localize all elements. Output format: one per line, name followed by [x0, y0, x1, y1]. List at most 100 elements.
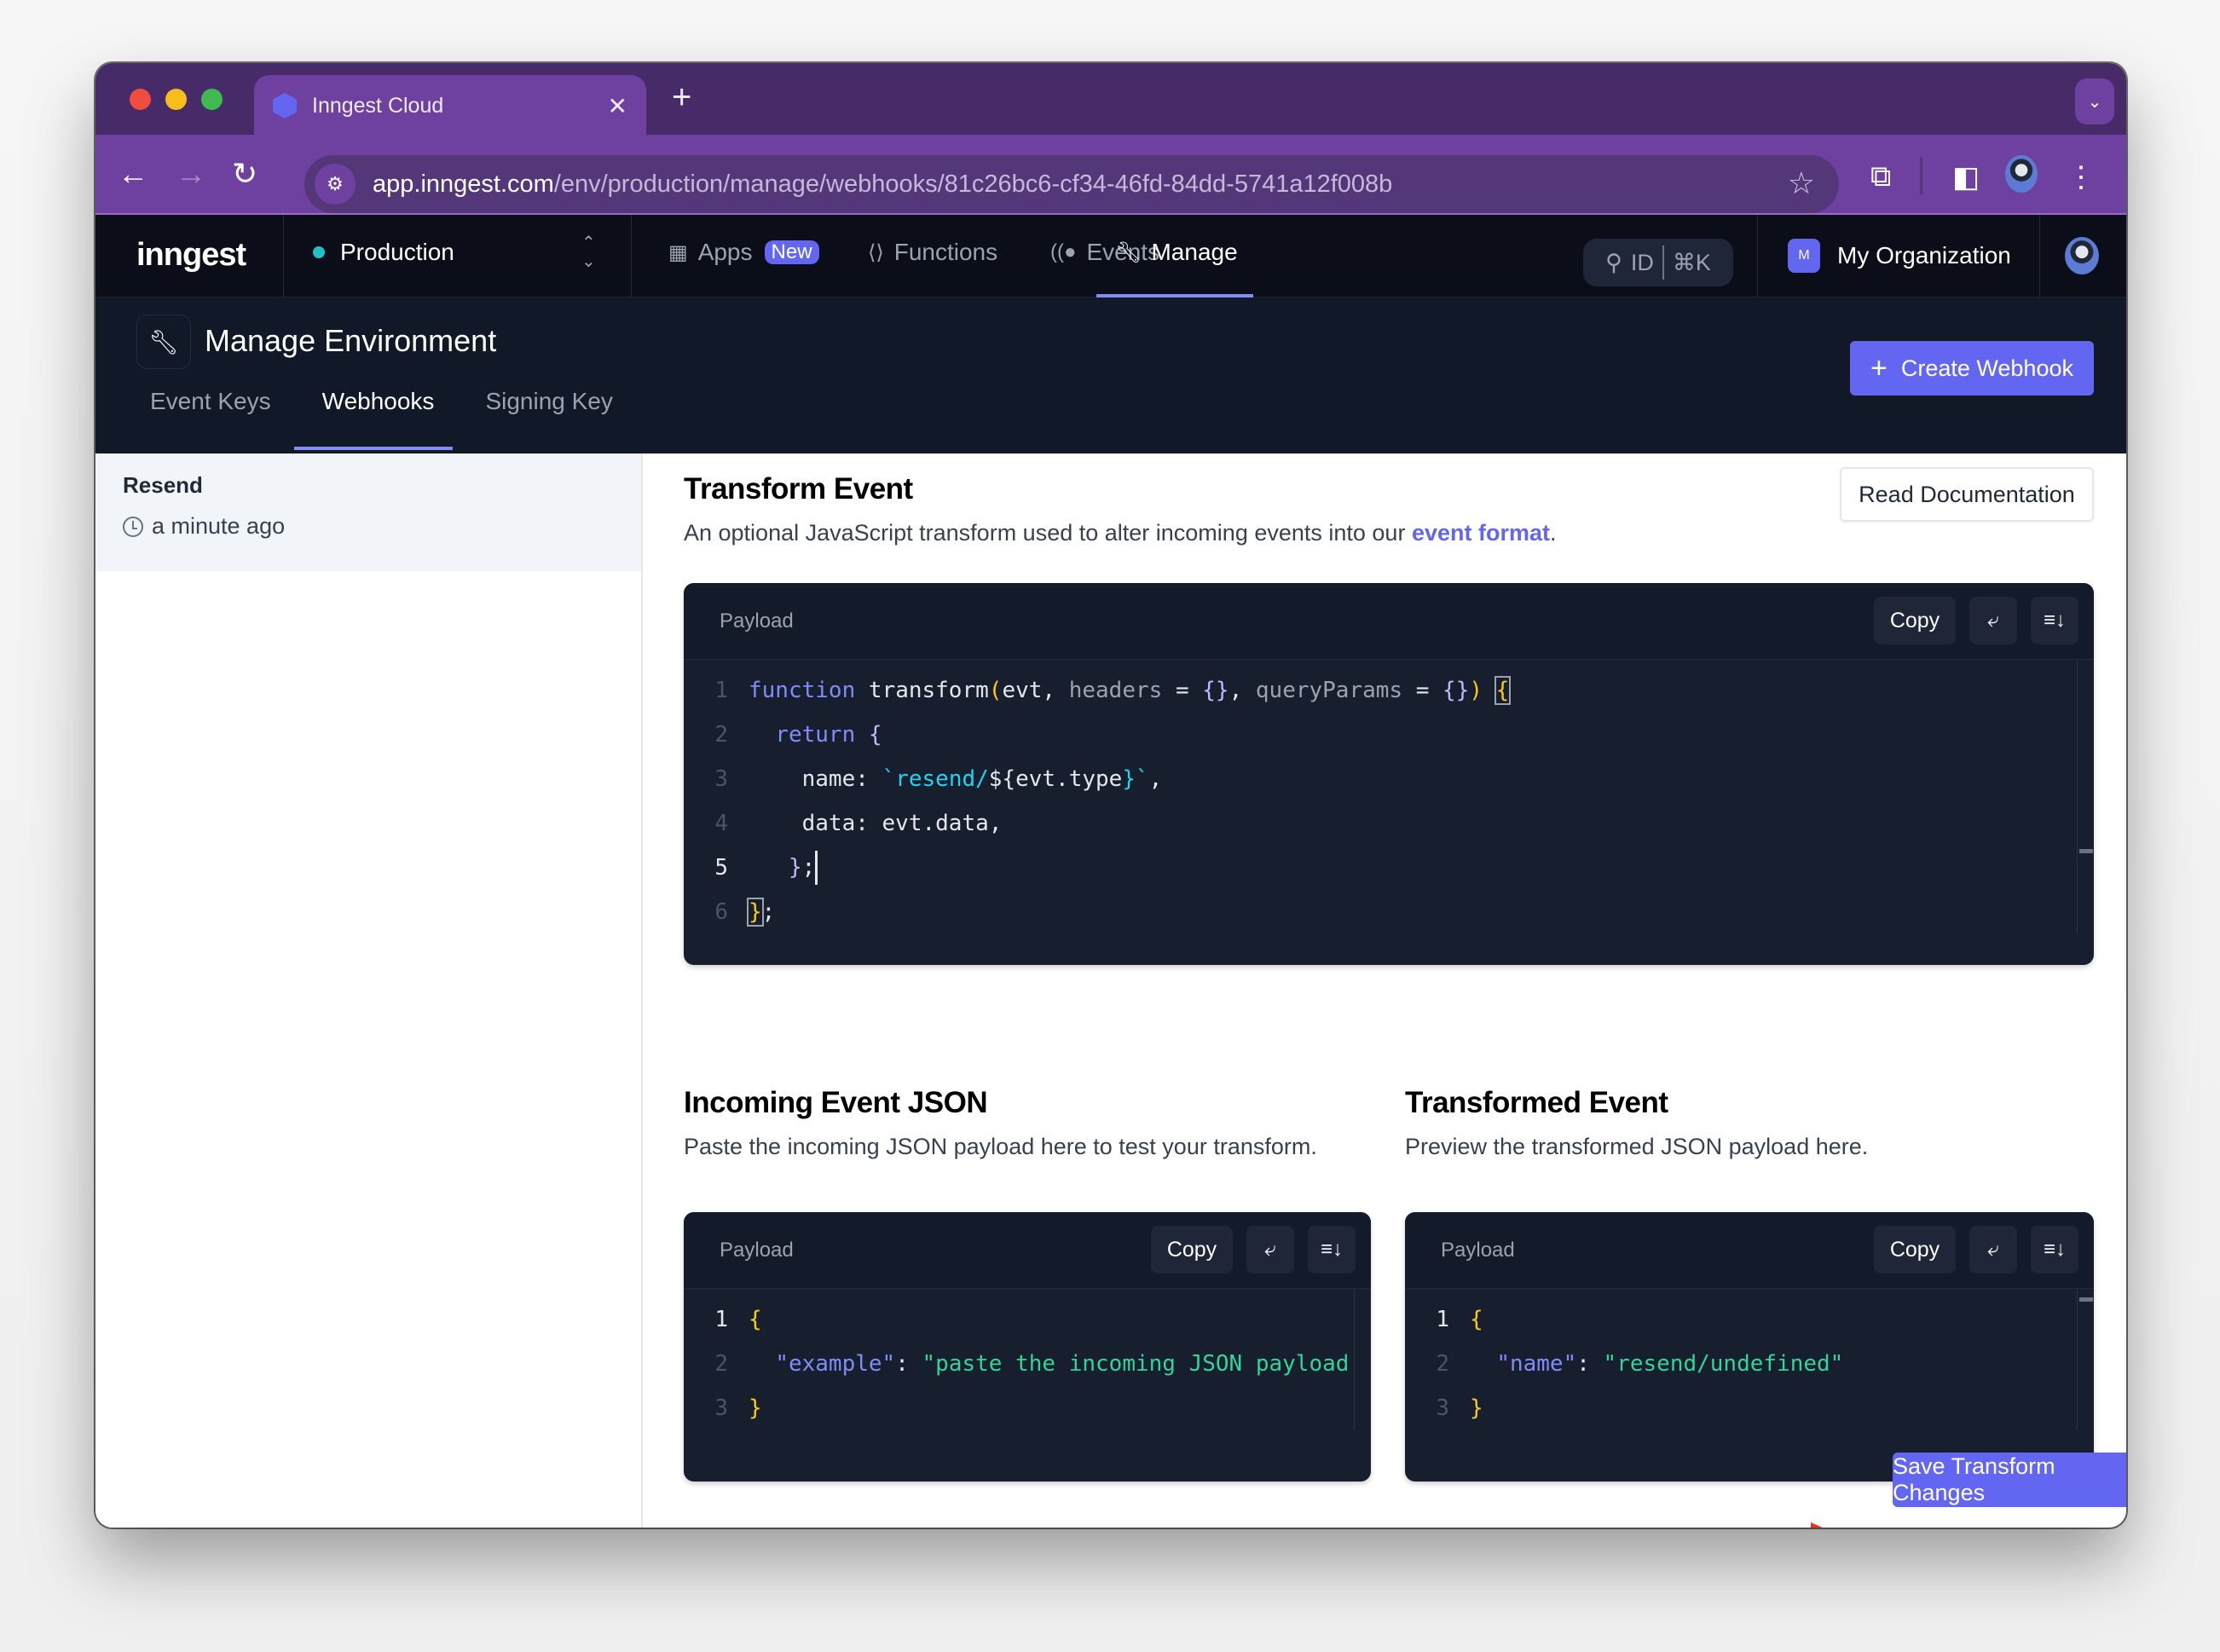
code-text: {: [1470, 1307, 1483, 1332]
copy-button[interactable]: Copy: [1874, 597, 1956, 644]
editor-scrollbar[interactable]: [2077, 1289, 2094, 1430]
line-number: 3: [714, 766, 728, 792]
code-text: }: [1470, 1395, 1483, 1421]
editor-toolbar: Copy ⤶ ≡↓: [1874, 597, 2078, 644]
text-cursor: [815, 851, 818, 885]
tab-event-keys[interactable]: Event Keys: [150, 388, 271, 415]
editor-scrollbar[interactable]: [1354, 1289, 1371, 1430]
webhook-list-item[interactable]: Resend a minute ago: [95, 453, 641, 571]
page-title: Manage Environment: [205, 323, 497, 358]
side-panel-icon[interactable]: ◧: [1952, 160, 1980, 194]
code-line: 1 function transform(evt, headers = {}, q…: [684, 668, 2094, 713]
code-text: };: [749, 851, 818, 885]
code-text: data: evt.data,: [749, 811, 1003, 836]
editor-header: Payload Copy ⤶ ≡↓: [1405, 1212, 2094, 1289]
forward-arrow-icon[interactable]: →: [176, 153, 206, 194]
browser-menu-icon[interactable]: ⋮: [2067, 160, 2096, 194]
bookmark-star-icon[interactable]: ☆: [1788, 165, 1815, 201]
code-line: 5 };: [684, 846, 2094, 890]
page-tabs: Event Keys Webhooks Signing Key: [150, 388, 613, 415]
transformed-json-editor[interactable]: Payload Copy ⤶ ≡↓ 1{ 2 "name": "resend/u…: [1405, 1212, 2094, 1482]
browser-window: Inngest Cloud ✕ + ⌄ ← → ↻ ⚙ app.inngest.…: [95, 63, 2126, 1528]
code-line: 3}: [684, 1386, 1371, 1430]
scroll-to-bottom-icon[interactable]: ≡↓: [2031, 597, 2078, 644]
tab-signing-key[interactable]: Signing Key: [485, 388, 612, 415]
search-button[interactable]: ⚲ ID ⌘K: [1583, 239, 1733, 286]
nav-manage[interactable]: 🔧︎ Manage: [1115, 239, 1238, 266]
nav-manage-label: Manage: [1151, 239, 1238, 265]
code-line: 4 data: evt.data,: [684, 801, 2094, 846]
word-wrap-icon[interactable]: ⤶: [1969, 1226, 2017, 1274]
tab-title: Inngest Cloud: [312, 93, 444, 118]
inngest-logo[interactable]: inngest: [136, 237, 246, 274]
code-area[interactable]: 1{ 2 "name": "resend/undefined" 3}: [1405, 1289, 2094, 1430]
transform-description: An optional JavaScript transform used to…: [684, 520, 1557, 546]
incoming-json-editor[interactable]: Payload Copy ⤶ ≡↓ 1{ 2 "example": "paste…: [684, 1212, 1371, 1482]
webhook-updated-time: a minute ago: [123, 513, 285, 540]
tab-strip: Inngest Cloud ✕ + ⌄: [95, 63, 2126, 136]
tab-search-chevron-icon[interactable]: ⌄: [2075, 78, 2114, 124]
nav-functions[interactable]: ⟨⟩ Functions: [868, 239, 997, 266]
incoming-description: Paste the incoming JSON payload here to …: [684, 1134, 1317, 1159]
code-area[interactable]: 1 function transform(evt, headers = {}, q…: [684, 660, 2094, 934]
search-icon: ⚲: [1605, 249, 1622, 275]
code-icon: ⟨⟩: [868, 240, 884, 264]
back-arrow-icon[interactable]: ←: [118, 153, 148, 194]
close-tab-icon[interactable]: ✕: [608, 92, 627, 120]
site-settings-icon[interactable]: ⚙: [315, 164, 356, 205]
page-header: 🔧︎ Manage Environment Event Keys Webhook…: [95, 297, 2126, 453]
scrollbar-thumb[interactable]: [2079, 1297, 2093, 1302]
maximize-window-button[interactable]: [201, 89, 223, 110]
new-tab-button[interactable]: +: [672, 78, 691, 117]
scroll-to-bottom-icon[interactable]: ≡↓: [1308, 1226, 1356, 1274]
line-number: 1: [714, 678, 728, 703]
code-area[interactable]: 1{ 2 "example": "paste the incoming JSON…: [684, 1289, 1371, 1430]
word-wrap-icon[interactable]: ⤶: [1969, 597, 2017, 644]
scrollbar-thumb[interactable]: [2079, 849, 2093, 853]
extensions-puzzle-icon[interactable]: ⧉: [1870, 160, 1891, 194]
transform-title: Transform Event: [684, 472, 913, 505]
copy-button[interactable]: Copy: [1151, 1226, 1233, 1274]
copy-button[interactable]: Copy: [1874, 1226, 1956, 1274]
chevron-up-down-icon[interactable]: ⌃ ⌄: [581, 234, 596, 271]
webhook-list: Resend a minute ago: [95, 453, 643, 1528]
signal-icon: ((●: [1050, 240, 1077, 263]
url-text[interactable]: app.inngest.com/env/production/manage/we…: [373, 170, 1392, 199]
wrench-icon: 🔧︎: [1115, 240, 1142, 264]
close-window-button[interactable]: [130, 89, 151, 110]
create-webhook-button[interactable]: + Create Webhook: [1850, 341, 2094, 396]
line-number: 2: [1436, 1351, 1449, 1377]
code-line: 2 "example": "paste the incoming JSON pa…: [684, 1342, 1371, 1386]
environment-status-dot: [313, 246, 325, 258]
inngest-favicon-icon: [273, 93, 297, 118]
user-avatar[interactable]: [2065, 237, 2099, 274]
minimize-window-button[interactable]: [165, 89, 187, 110]
line-number: 3: [1436, 1395, 1449, 1421]
scroll-to-bottom-icon[interactable]: ≡↓: [2031, 1226, 2078, 1274]
browser-tab[interactable]: Inngest Cloud ✕: [254, 75, 646, 136]
reload-icon[interactable]: ↻: [232, 153, 257, 194]
desktop-background: Inngest Cloud ✕ + ⌄ ← → ↻ ⚙ app.inngest.…: [0, 0, 2220, 1652]
browser-toolbar: ← → ↻ ⚙ app.inngest.com/env/production/m…: [95, 135, 2126, 215]
code-line: 1{: [1405, 1297, 2094, 1342]
line-number: 6: [714, 899, 728, 925]
profile-avatar[interactable]: [2005, 155, 2038, 193]
code-text: function transform(evt, headers = {}, qu…: [749, 676, 1512, 705]
nav-apps[interactable]: ▦ Apps New: [668, 239, 819, 266]
read-documentation-button[interactable]: Read Documentation: [1840, 467, 2094, 522]
header-divider: [631, 215, 632, 297]
code-text: return {: [775, 722, 882, 748]
save-transform-changes-button[interactable]: Save Transform Changes: [1893, 1453, 2126, 1507]
address-bar[interactable]: ⚙ app.inngest.com/env/production/manage/…: [304, 155, 1839, 213]
event-format-link[interactable]: event format: [1412, 520, 1550, 546]
nav-functions-label: Functions: [893, 239, 998, 265]
code-line: 3}: [1405, 1386, 2094, 1430]
nav-apps-label: Apps: [697, 239, 753, 265]
tab-webhooks[interactable]: Webhooks: [322, 388, 435, 415]
environment-selector[interactable]: Production: [313, 239, 454, 266]
organization-menu[interactable]: M My Organization: [1788, 239, 2011, 273]
line-number: 3: [714, 1395, 728, 1421]
editor-scrollbar[interactable]: [2077, 660, 2094, 934]
transform-code-editor[interactable]: Payload Copy ⤶ ≡↓ 1 function transform(ev…: [684, 583, 2094, 965]
word-wrap-icon[interactable]: ⤶: [1246, 1226, 1294, 1274]
